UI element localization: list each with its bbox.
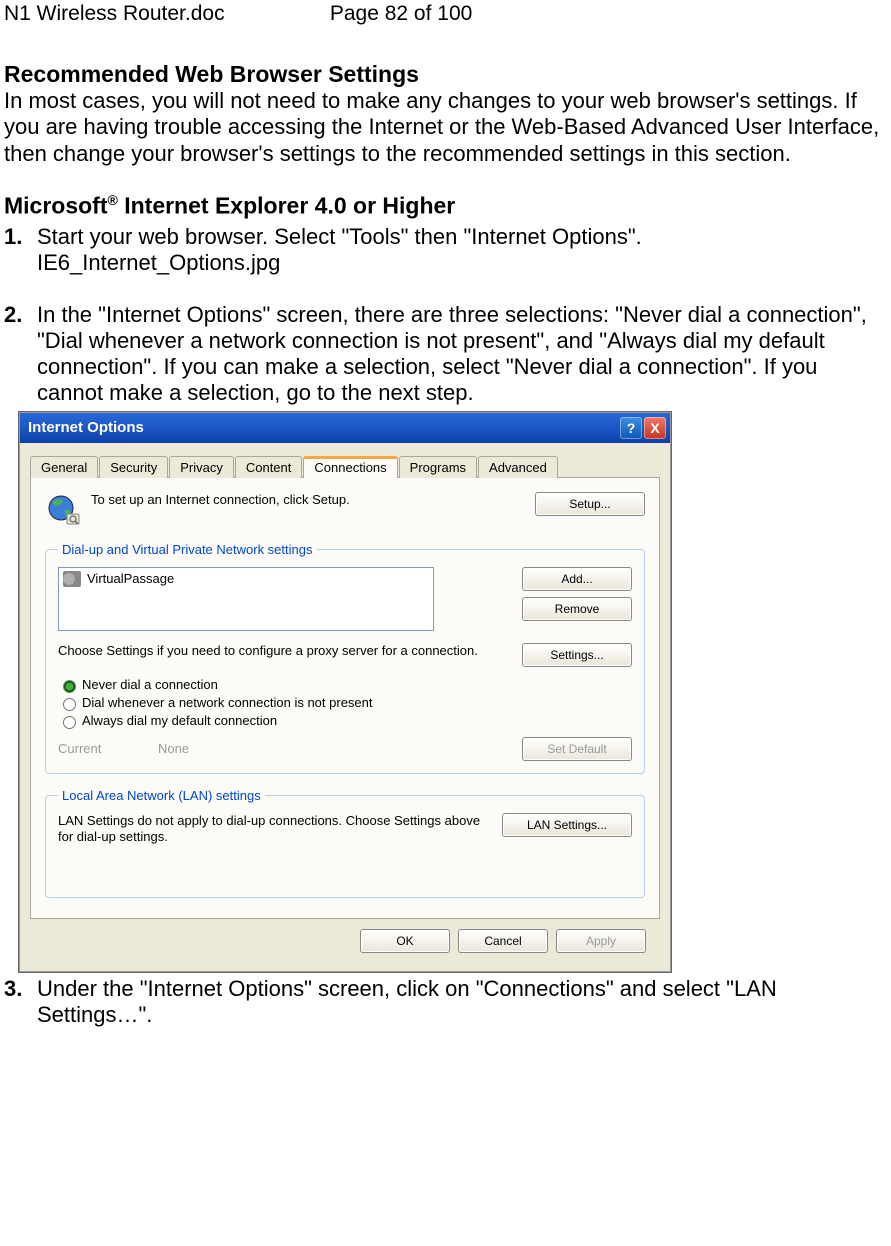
tab-programs[interactable]: Programs <box>399 456 477 478</box>
tab-connections[interactable]: Connections <box>303 456 397 478</box>
step-1: 1. Start your web browser. Select "Tools… <box>4 224 887 276</box>
dialog-bottom-buttons: OK Cancel Apply <box>30 919 660 967</box>
radio-always-dial[interactable]: Always dial my default connection <box>58 713 632 729</box>
dial-radio-group: Never dial a connection Dial whenever a … <box>58 677 632 729</box>
step-2-number: 2. <box>4 302 37 328</box>
list-item-label: VirtualPassage <box>87 571 174 586</box>
step-3-text: Under the "Internet Options" screen, cli… <box>37 976 887 1028</box>
heading-ie: Microsoft® Internet Explorer 4.0 or High… <box>4 192 887 220</box>
connections-panel: To set up an Internet connection, click … <box>30 478 660 920</box>
tab-advanced[interactable]: Advanced <box>478 456 558 478</box>
dialup-group: Dial-up and Virtual Private Network sett… <box>45 542 645 774</box>
steps-list-after: 3. Under the "Internet Options" screen, … <box>4 976 887 1028</box>
step-1-number: 1. <box>4 224 37 250</box>
step-3: 3. Under the "Internet Options" screen, … <box>4 976 887 1028</box>
radio-never-dial-input[interactable] <box>63 680 76 693</box>
heading-recommended: Recommended Web Browser Settings <box>4 61 887 88</box>
dialog-titlebar[interactable]: Internet Options ? X <box>20 413 670 443</box>
add-button[interactable]: Add... <box>522 567 632 591</box>
tab-security[interactable]: Security <box>99 456 168 478</box>
set-default-button: Set Default <box>522 737 632 761</box>
steps-list-cont: 2. In the "Internet Options" screen, the… <box>4 302 887 406</box>
lan-legend: Local Area Network (LAN) settings <box>58 788 265 803</box>
current-label: Current <box>58 741 158 756</box>
page-indicator: Page 82 of 100 <box>330 2 472 26</box>
lan-settings-button[interactable]: LAN Settings... <box>502 813 632 837</box>
setup-button[interactable]: Setup... <box>535 492 645 516</box>
current-row: Current None Set Default <box>58 737 632 761</box>
document-filename: N1 Wireless Router.doc <box>4 2 324 26</box>
proxy-text: Choose Settings if you need to configure… <box>58 643 522 659</box>
radio-dial-when-absent-input[interactable] <box>63 698 76 711</box>
tab-privacy[interactable]: Privacy <box>169 456 234 478</box>
ok-button[interactable]: OK <box>360 929 450 953</box>
settings-button[interactable]: Settings... <box>522 643 632 667</box>
remove-button[interactable]: Remove <box>522 597 632 621</box>
dialog-body: General Security Privacy Content Connect… <box>20 443 670 972</box>
close-icon[interactable]: X <box>644 417 666 439</box>
help-icon[interactable]: ? <box>620 417 642 439</box>
radio-never-dial-label: Never dial a connection <box>82 677 218 692</box>
step-3-number: 3. <box>4 976 37 1002</box>
radio-always-dial-input[interactable] <box>63 716 76 729</box>
internet-options-dialog: Internet Options ? X General Security Pr… <box>19 412 671 973</box>
connection-listbox[interactable]: VirtualPassage <box>58 567 434 631</box>
radio-never-dial[interactable]: Never dial a connection <box>58 677 632 693</box>
globe-icon <box>45 492 81 528</box>
radio-always-dial-label: Always dial my default connection <box>82 713 277 728</box>
step-1-text: Start your web browser. Select "Tools" t… <box>37 224 887 276</box>
setup-row: To set up an Internet connection, click … <box>45 492 645 528</box>
dialog-tabs: General Security Privacy Content Connect… <box>30 451 660 478</box>
connection-icon <box>63 571 81 587</box>
setup-text: To set up an Internet connection, click … <box>91 492 535 508</box>
document-page: N1 Wireless Router.doc Page 82 of 100 Re… <box>0 0 891 1048</box>
lan-text: LAN Settings do not apply to dial-up con… <box>58 813 502 846</box>
dialog-title: Internet Options <box>28 419 618 436</box>
heading-ie-b: Internet Explorer 4.0 or Higher <box>118 193 455 219</box>
step-2-text: In the "Internet Options" screen, there … <box>37 302 887 406</box>
tab-content[interactable]: Content <box>235 456 303 478</box>
list-item[interactable]: VirtualPassage <box>61 570 431 588</box>
apply-button: Apply <box>556 929 646 953</box>
lan-group: Local Area Network (LAN) settings LAN Se… <box>45 788 645 899</box>
registered-icon: ® <box>108 192 118 208</box>
step-2: 2. In the "Internet Options" screen, the… <box>4 302 887 406</box>
radio-dial-when-absent[interactable]: Dial whenever a network connection is no… <box>58 695 632 711</box>
current-value: None <box>158 741 522 756</box>
heading-ie-a: Microsoft <box>4 193 108 219</box>
dialup-legend: Dial-up and Virtual Private Network sett… <box>58 542 317 557</box>
cancel-button[interactable]: Cancel <box>458 929 548 953</box>
steps-list: 1. Start your web browser. Select "Tools… <box>4 224 887 276</box>
document-header: N1 Wireless Router.doc Page 82 of 100 <box>4 0 887 61</box>
intro-paragraph: In most cases, you will not need to make… <box>4 88 887 167</box>
radio-dial-when-absent-label: Dial whenever a network connection is no… <box>82 695 373 710</box>
tab-general[interactable]: General <box>30 456 98 478</box>
